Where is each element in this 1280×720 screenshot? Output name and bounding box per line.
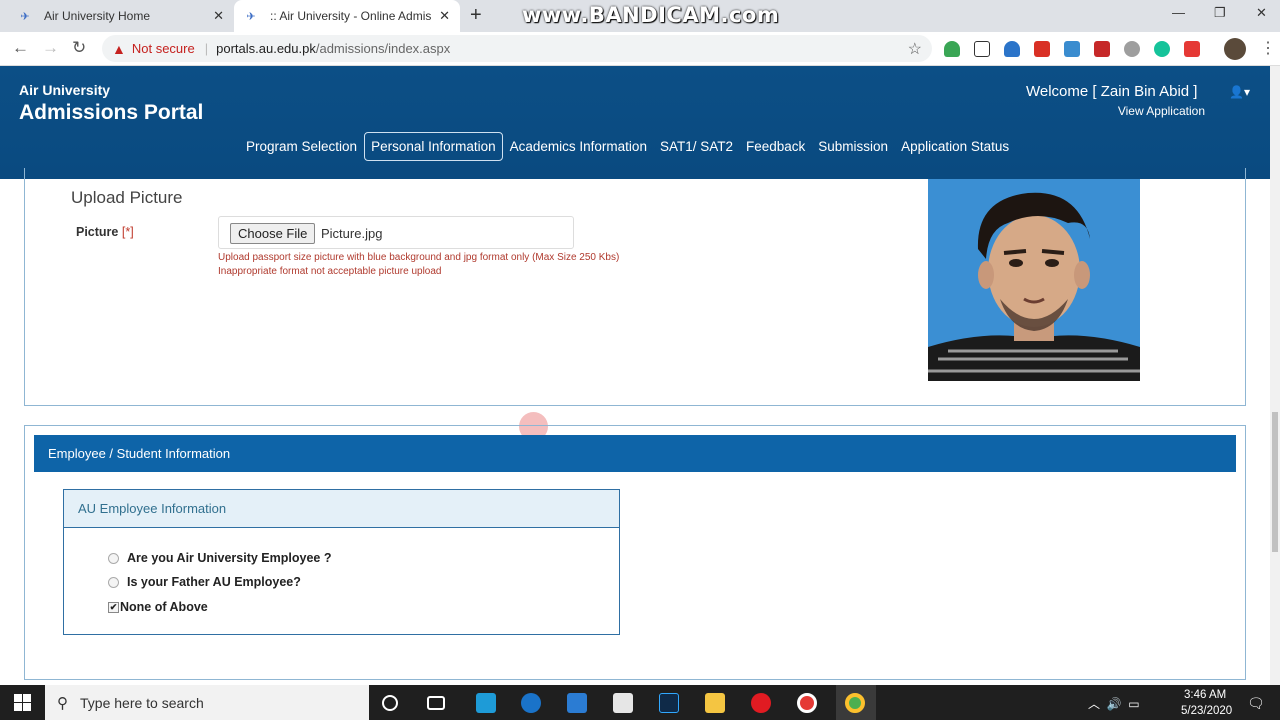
option-au-employee[interactable]: Are you Air University Employee ?: [108, 551, 331, 565]
browser-toolbar: ← → ↻ ▲ Not secure | portals.au.edu.pk /…: [0, 32, 1280, 66]
au-employee-panel: AU Employee Information Are you Air Univ…: [63, 489, 620, 635]
reload-icon[interactable]: ↻: [72, 38, 86, 58]
selected-file-name: Picture.jpg: [321, 226, 383, 241]
minimize-icon[interactable]: —: [1172, 5, 1185, 20]
picture-label-text: Picture: [76, 225, 119, 239]
site-favicon-icon: ✈: [20, 10, 30, 23]
profile-avatar[interactable]: [1224, 38, 1246, 60]
task-view-icon[interactable]: [427, 696, 445, 710]
grammar-extension-icon[interactable]: [1154, 41, 1170, 57]
upload-hint: Upload passport size picture with blue b…: [218, 252, 620, 263]
clock-date[interactable]: 5/23/2020: [1181, 705, 1232, 717]
option-label: Is your Father AU Employee?: [127, 575, 301, 589]
extension-icon[interactable]: [1064, 41, 1080, 57]
nav-feedback[interactable]: Feedback: [740, 133, 811, 160]
page-scrollbar[interactable]: [1270, 66, 1280, 685]
url-host: portals.au.edu.pk: [216, 41, 316, 56]
nav-personal-information[interactable]: Personal Information: [364, 132, 503, 161]
portal-title: Admissions Portal: [19, 101, 204, 124]
father-au-employee-radio[interactable]: [108, 576, 119, 588]
bandicam-icon[interactable]: [797, 693, 817, 713]
au-employee-radio[interactable]: [108, 552, 119, 564]
shield-extension-icon[interactable]: [944, 41, 960, 57]
forward-icon[interactable]: →: [42, 38, 59, 58]
security-status: Not secure: [131, 41, 195, 56]
site-header: Air University Admissions Portal Welcome…: [0, 66, 1270, 179]
welcome-text: Welcome [ Zain Bin Abid ]: [1026, 83, 1198, 100]
menu-kebab-icon[interactable]: ⋮: [1260, 38, 1276, 58]
extension-icon[interactable]: [1184, 41, 1200, 57]
extension-icon[interactable]: [1124, 41, 1140, 57]
nav-application-status[interactable]: Application Status: [895, 133, 1015, 160]
au-employee-panel-title: AU Employee Information: [64, 490, 619, 528]
taskbar-search-box[interactable]: ⚲ Type here to search: [45, 685, 369, 720]
scrollbar-thumb[interactable]: [1272, 412, 1278, 552]
mail-icon[interactable]: [567, 693, 587, 713]
address-bar[interactable]: ▲ Not secure | portals.au.edu.pk /admiss…: [102, 35, 932, 62]
browser-tab-bar: ✈ Air University Home ✕ ✈ :: Air Univers…: [0, 0, 1280, 32]
browser-tab-active[interactable]: ✈ :: Air University - Online Admissi ✕: [234, 0, 460, 32]
view-application-link[interactable]: View Application: [1118, 104, 1205, 118]
required-mark: [*]: [121, 225, 134, 239]
uploaded-photo-preview: [928, 179, 1140, 381]
option-label: None of Above: [120, 600, 208, 614]
cortana-icon[interactable]: [382, 695, 398, 711]
tab-title: :: Air University - Online Admissi: [270, 9, 432, 23]
windows-start-icon[interactable]: [14, 694, 31, 711]
user-menu-icon[interactable]: 👤▾: [1229, 85, 1250, 99]
extension-icon[interactable]: [974, 41, 990, 57]
recording-watermark: www.BANDICAM.com: [522, 3, 780, 27]
picture-file-input[interactable]: Choose File Picture.jpg: [218, 216, 574, 249]
warning-icon: ▲: [112, 40, 126, 57]
chrome-icon: [845, 693, 865, 713]
opera-icon[interactable]: [751, 693, 771, 713]
file-explorer-icon[interactable]: [705, 693, 725, 713]
search-placeholder: Type here to search: [80, 694, 204, 711]
brand-name: Air University: [19, 82, 111, 98]
edge-icon[interactable]: [521, 693, 541, 713]
option-label: Are you Air University Employee ?: [127, 551, 332, 565]
extension-icon[interactable]: [1034, 41, 1050, 57]
clock-time[interactable]: 3:46 AM: [1184, 689, 1226, 701]
extension-icon[interactable]: [1094, 41, 1110, 57]
system-tray-icons[interactable]: ︿ 🔊 ▭: [1088, 695, 1140, 712]
picture-label: Picture [*]: [76, 225, 134, 239]
bookmark-star-icon[interactable]: ☆: [908, 39, 922, 59]
upload-warning: Inappropriate format not acceptable pict…: [218, 266, 442, 277]
shield-extension-icon[interactable]: [1004, 41, 1020, 57]
option-father-au-employee[interactable]: Is your Father AU Employee?: [108, 575, 301, 589]
browser-tab[interactable]: ✈ Air University Home ✕: [8, 0, 234, 32]
app-icon[interactable]: [476, 693, 496, 713]
nav-academics-information[interactable]: Academics Information: [504, 133, 653, 160]
employee-student-section-header: Employee / Student Information: [34, 435, 1236, 472]
new-tab-icon[interactable]: +: [470, 4, 482, 27]
store-icon[interactable]: [613, 693, 633, 713]
windows-taskbar: ⚲ Type here to search ︿ 🔊 ▭: [0, 685, 1280, 720]
restore-icon[interactable]: ❐: [1214, 5, 1226, 21]
divider: |: [204, 41, 209, 56]
close-icon[interactable]: ✕: [213, 8, 224, 24]
photoshop-icon[interactable]: [659, 693, 679, 713]
nav-program-selection[interactable]: Program Selection: [240, 133, 363, 160]
choose-file-button[interactable]: Choose File: [230, 223, 316, 244]
back-icon[interactable]: ←: [12, 38, 29, 58]
main-nav: Program Selection Personal Information A…: [240, 132, 1016, 161]
close-window-icon[interactable]: ✕: [1256, 5, 1267, 21]
nav-sat[interactable]: SAT1/ SAT2: [654, 133, 739, 160]
option-none-of-above[interactable]: ✔ None of Above: [108, 600, 208, 614]
url-path: /admissions/index.aspx: [315, 41, 451, 56]
nav-submission[interactable]: Submission: [812, 133, 894, 160]
close-icon[interactable]: ✕: [439, 8, 450, 24]
site-favicon-icon: ✈: [246, 10, 256, 23]
notification-icon[interactable]: 🗨: [1247, 695, 1265, 712]
search-icon: ⚲: [57, 694, 68, 712]
upload-picture-title: Upload Picture: [71, 188, 183, 207]
tab-title: Air University Home: [44, 9, 151, 23]
none-of-above-checkbox[interactable]: ✔: [108, 601, 119, 613]
